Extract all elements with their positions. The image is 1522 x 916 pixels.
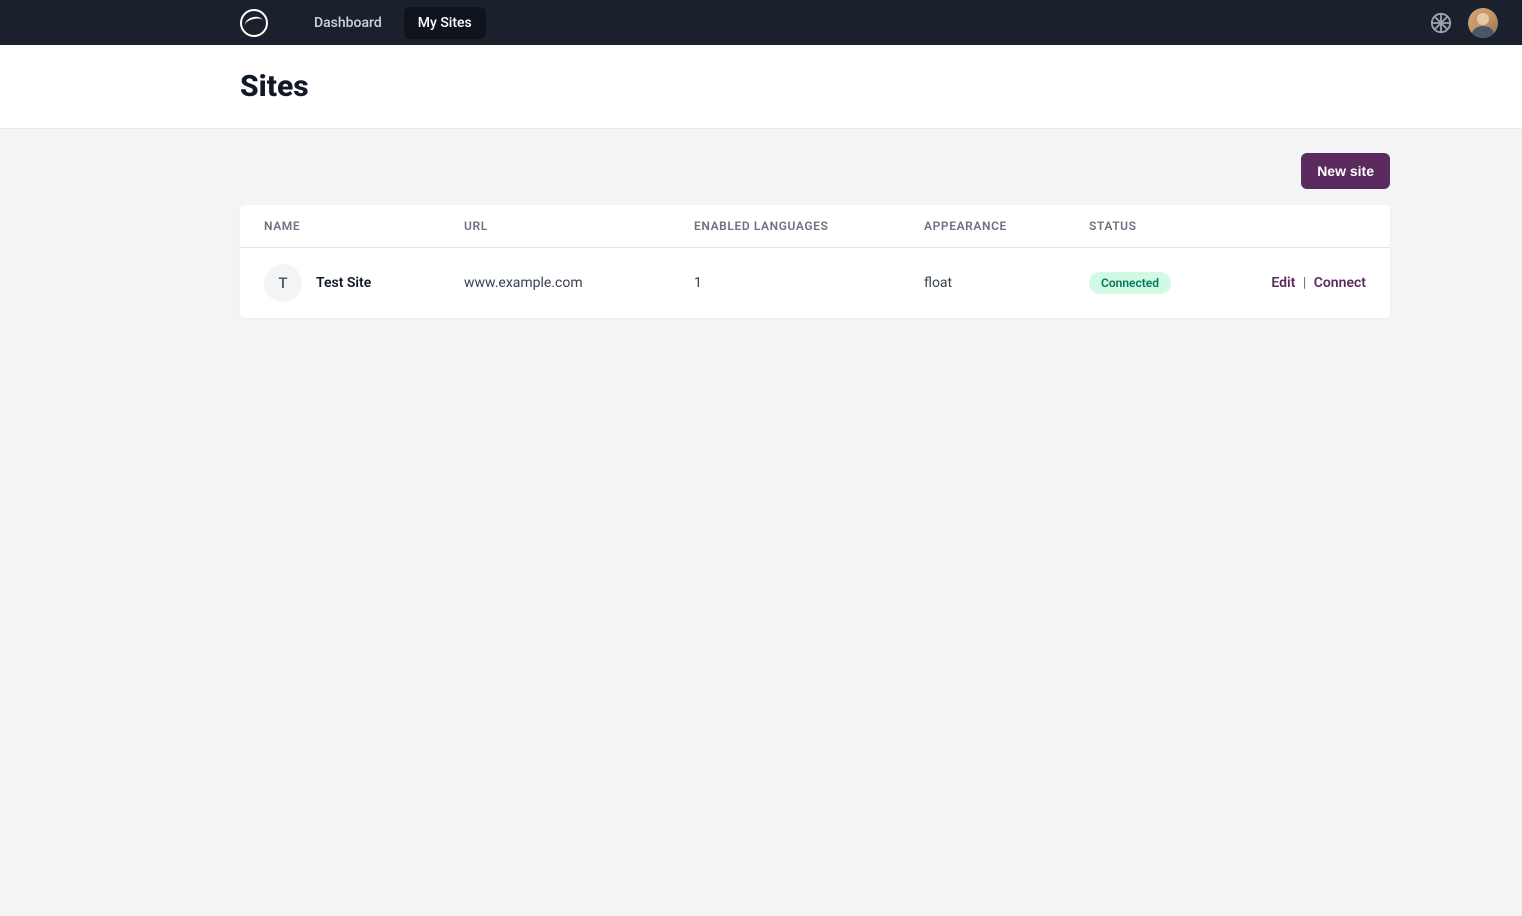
th-appearance: APPEARANCE bbox=[924, 219, 1089, 233]
actions-cell: Edit | Connect bbox=[1259, 275, 1366, 291]
site-enabled-languages: 1 bbox=[694, 275, 924, 291]
topbar-left: Dashboard My Sites bbox=[24, 7, 486, 39]
th-status: STATUS bbox=[1089, 219, 1259, 233]
th-url: URL bbox=[464, 219, 694, 233]
new-site-button[interactable]: New site bbox=[1301, 153, 1390, 189]
page-header: Sites bbox=[0, 45, 1522, 129]
action-separator: | bbox=[1303, 275, 1306, 291]
nav-dashboard[interactable]: Dashboard bbox=[300, 7, 396, 39]
site-appearance: float bbox=[924, 275, 1089, 291]
topbar: Dashboard My Sites bbox=[0, 0, 1522, 45]
topbar-right bbox=[1430, 8, 1498, 38]
th-enabled-languages: ENABLED LANGUAGES bbox=[694, 219, 924, 233]
status-badge: Connected bbox=[1089, 272, 1171, 294]
site-status-cell: Connected bbox=[1089, 272, 1259, 294]
nav-items: Dashboard My Sites bbox=[300, 7, 486, 39]
new-site-wrap: New site bbox=[240, 153, 1390, 189]
logo-icon[interactable] bbox=[240, 9, 268, 37]
content: New site NAME URL ENABLED LANGUAGES APPE… bbox=[240, 129, 1390, 318]
site-name: Test Site bbox=[316, 275, 371, 291]
th-name: NAME bbox=[264, 219, 464, 233]
nav-my-sites[interactable]: My Sites bbox=[404, 7, 486, 39]
table-header: NAME URL ENABLED LANGUAGES APPEARANCE ST… bbox=[240, 205, 1390, 248]
site-url: www.example.com bbox=[464, 275, 694, 291]
th-actions bbox=[1259, 219, 1366, 233]
site-avatar: T bbox=[264, 264, 302, 302]
table-row: T Test Site www.example.com 1 float Conn… bbox=[240, 248, 1390, 318]
help-icon[interactable] bbox=[1430, 12, 1452, 34]
connect-link[interactable]: Connect bbox=[1314, 275, 1366, 291]
name-cell: T Test Site bbox=[264, 264, 464, 302]
user-avatar[interactable] bbox=[1468, 8, 1498, 38]
page-title: Sites bbox=[240, 69, 1366, 104]
sites-table: NAME URL ENABLED LANGUAGES APPEARANCE ST… bbox=[240, 205, 1390, 318]
edit-link[interactable]: Edit bbox=[1271, 275, 1295, 291]
